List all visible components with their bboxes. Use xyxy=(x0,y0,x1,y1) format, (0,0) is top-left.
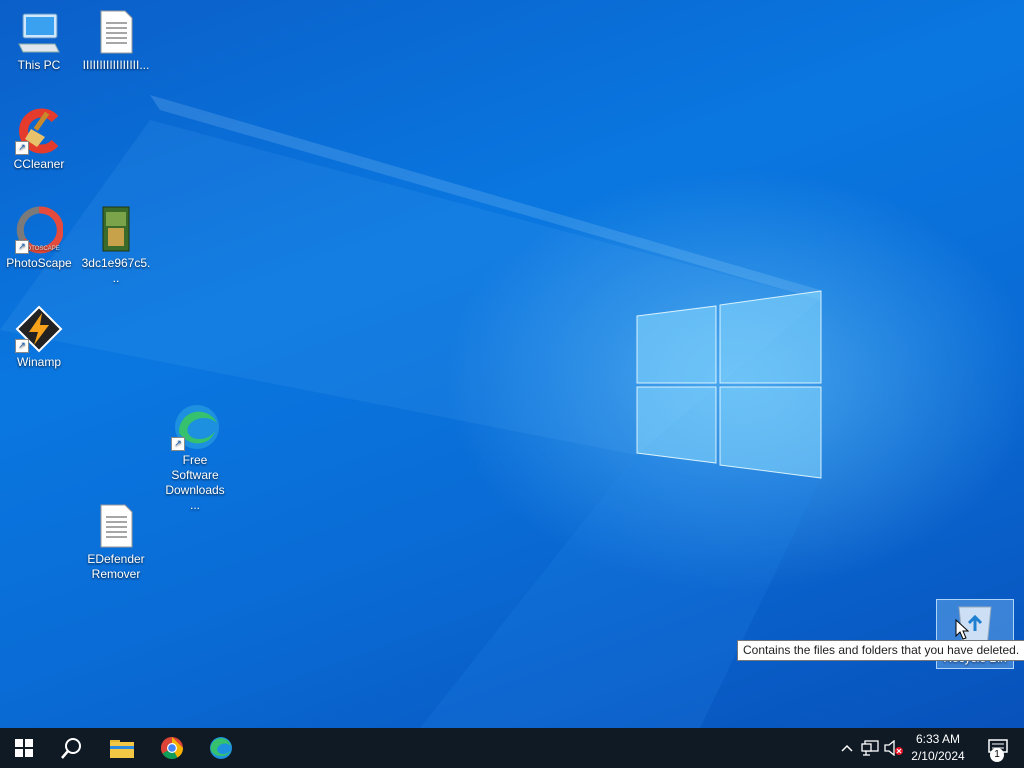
desktop-icon-this-pc[interactable]: This PC xyxy=(1,8,77,73)
volume-tray-button[interactable] xyxy=(883,728,905,768)
desktop-icon-game-cover[interactable]: 3dc1e967c5... xyxy=(78,206,154,286)
shortcut-arrow-icon: ↗ xyxy=(15,240,29,254)
wallpaper xyxy=(0,95,822,728)
computer-icon xyxy=(15,8,63,56)
chrome-button[interactable] xyxy=(148,728,196,768)
file-explorer-button[interactable] xyxy=(98,728,146,768)
photoscape-icon: PHOTOSCAPE ↗ xyxy=(15,206,64,254)
desktop-icon-text-file[interactable]: IIIIIIIIIIIIIIIII... xyxy=(78,8,154,73)
shortcut-arrow-icon: ↗ xyxy=(171,437,185,451)
notification-count-badge: 1 xyxy=(990,748,1004,762)
windows-logo xyxy=(636,290,822,479)
ccleaner-icon: ↗ xyxy=(15,107,63,155)
desktop-icon-label: 3dc1e967c5... xyxy=(81,256,151,285)
taskbar: 6:33 AM 2/10/2024 xyxy=(0,728,1024,768)
shortcut-arrow-icon: ↗ xyxy=(15,141,29,155)
clock-time: 6:33 AM xyxy=(915,732,961,746)
desktop-icon-edefender-remover[interactable]: EDefender Remover xyxy=(78,502,154,582)
search-icon xyxy=(61,738,81,759)
desktop-icon-photoscape[interactable]: PHOTOSCAPE ↗ PhotoScape xyxy=(1,206,77,271)
text-file-icon xyxy=(92,8,140,56)
edge-icon: ↗ xyxy=(171,403,219,451)
file-explorer-icon xyxy=(110,740,134,758)
volume-muted-icon xyxy=(884,740,903,756)
chevron-up-icon xyxy=(841,744,853,752)
desktop-icon-label: IIIIIIIIIIIIIIIII... xyxy=(82,58,150,72)
desktop-icon-label: This PC xyxy=(17,58,61,72)
desktop-icon-label: CCleaner xyxy=(13,157,65,171)
winamp-icon: ↗ xyxy=(15,305,63,353)
chrome-icon xyxy=(161,737,183,759)
game-cover-icon xyxy=(92,206,140,254)
search-button[interactable] xyxy=(48,728,96,768)
desktop-icon-label: Winamp xyxy=(16,355,61,369)
network-tray-button[interactable] xyxy=(859,728,881,768)
show-hidden-icons-button[interactable] xyxy=(837,728,857,768)
edge-taskbar-button[interactable] xyxy=(197,728,245,768)
start-icon xyxy=(15,739,33,757)
desktop-icon-free-software-downloads[interactable]: ↗ Free Software Downloads ... xyxy=(157,403,233,513)
desktop-icon-label: PhotoScape xyxy=(6,256,72,270)
desktop-icon-label: EDefender Remover xyxy=(87,552,145,581)
desktop-icon-ccleaner[interactable]: ↗ CCleaner xyxy=(1,107,77,172)
edge-icon xyxy=(210,737,232,759)
shortcut-arrow-icon: ↗ xyxy=(15,339,29,353)
desktop-icon-winamp[interactable]: ↗ Winamp xyxy=(1,305,77,370)
network-icon xyxy=(861,740,879,756)
clock-date: 2/10/2024 xyxy=(911,749,965,763)
text-file-icon xyxy=(92,502,140,550)
desktop-icon-label: Free Software Downloads ... xyxy=(165,453,225,512)
clock-button[interactable]: 6:33 AM 2/10/2024 xyxy=(904,731,972,765)
start-button[interactable] xyxy=(0,728,48,768)
recycle-bin-tooltip: Contains the files and folders that you … xyxy=(737,640,1024,661)
mouse-cursor-icon xyxy=(955,619,969,640)
